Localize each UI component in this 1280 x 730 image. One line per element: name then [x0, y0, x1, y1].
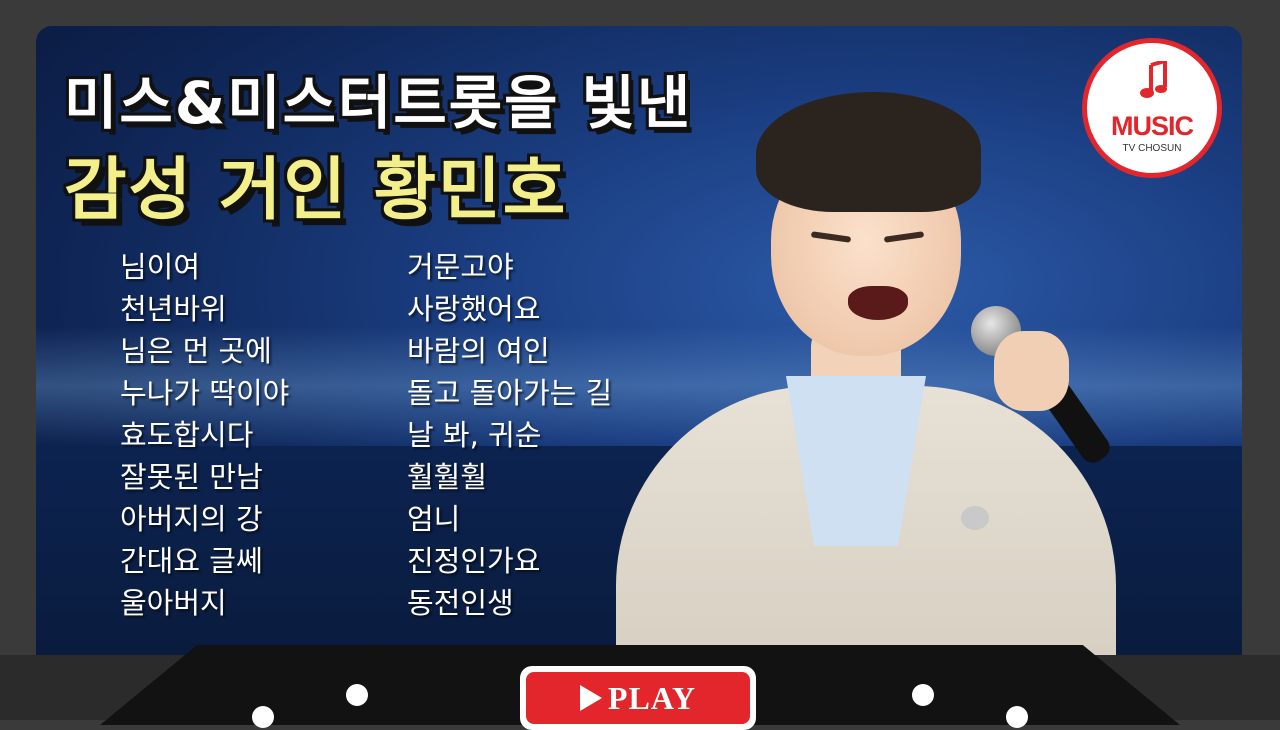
song-item: 바람의 여인	[407, 334, 550, 368]
music-note-icon	[1140, 61, 1167, 98]
title-line-1: 미스&미스터트롯을 빛낸	[64, 69, 693, 137]
song-item: 효도합시다	[120, 418, 254, 452]
song-item: 훨훨훨	[407, 460, 488, 494]
song-list-right: 거문고야 사랑했어요 바람의 여인 돌고 돌아가는 길 날 봐, 귀순 훨훨훨 …	[407, 246, 612, 624]
channel-logo: MUSIC TV CHOSUN	[1082, 38, 1222, 178]
singer-image	[576, 86, 1176, 672]
song-item: 간대요 글쎄	[120, 544, 263, 578]
song-list-left: 님이여 천년바위 님은 먼 곳에 누나가 딱이야 효도합시다 잘못된 만남 아버…	[120, 246, 289, 624]
song-item: 진정인가요	[407, 544, 541, 578]
singer-mouth	[848, 286, 908, 320]
song-item: 잘못된 만남	[120, 460, 263, 494]
logo-brand-text: MUSIC	[1111, 111, 1194, 141]
indicator-dot	[252, 706, 274, 728]
singer-hand	[994, 331, 1069, 411]
lapel-pin	[961, 506, 989, 530]
song-item: 아버지의 강	[120, 502, 263, 536]
song-item: 엄니	[407, 502, 461, 536]
logo-sub-text: TV CHOSUN	[1122, 143, 1182, 154]
song-item: 날 봐, 귀순	[407, 418, 542, 452]
song-item: 돌고 돌아가는 길	[407, 376, 613, 410]
indicator-dot	[346, 684, 368, 706]
play-label: PLAY	[607, 679, 697, 716]
song-item: 동전인생	[407, 586, 514, 620]
song-item: 님은 먼 곳에	[120, 334, 272, 368]
song-item: 누나가 딱이야	[120, 376, 290, 410]
singer-hair	[756, 92, 981, 212]
title-line-2: 감성 거인 황민호	[64, 151, 568, 230]
play-button[interactable]: PLAY	[520, 666, 756, 730]
indicator-dot	[912, 684, 934, 706]
song-item: 거문고야	[407, 250, 514, 284]
song-item: 님이여	[120, 250, 201, 284]
play-icon	[579, 685, 602, 711]
song-item: 사랑했어요	[407, 292, 541, 326]
song-item: 울아버지	[120, 586, 227, 620]
song-item: 천년바위	[120, 292, 227, 326]
thumbnail-frame: 미스&미스터트롯을 빛낸 감성 거인 황민호 님이여 천년바위 님은 먼 곳에 …	[36, 26, 1242, 672]
play-button-inner[interactable]: PLAY	[526, 672, 750, 724]
indicator-dot	[1006, 706, 1028, 728]
